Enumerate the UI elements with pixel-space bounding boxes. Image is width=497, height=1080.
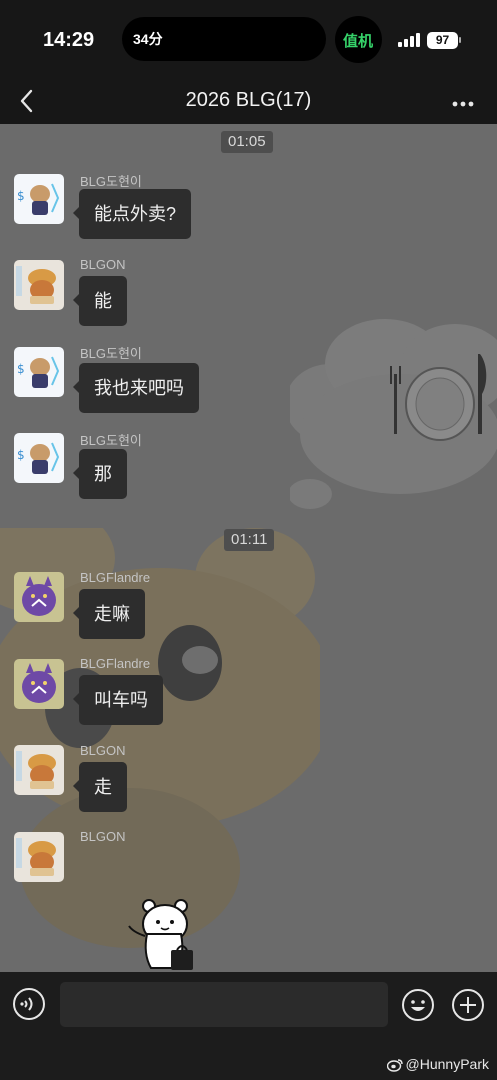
checkin-badge-label: 值机 (343, 33, 374, 50)
dynamic-island[interactable]: 34分 (122, 17, 326, 61)
watermark: @HunnyPark (386, 1055, 489, 1072)
bear-sticker[interactable] (125, 894, 205, 972)
weibo-icon (386, 1059, 403, 1072)
plus-icon[interactable] (450, 987, 486, 1023)
watermark-text: @HunnyPark (405, 1055, 489, 1072)
status-bar: 14:29 34分 值机 97 (0, 0, 497, 80)
message-bubble[interactable]: 叫车吗 (73, 675, 163, 725)
sender-name: BLGFlandre (80, 570, 151, 585)
timestamp: 01:11 (224, 529, 275, 551)
signal-icon (398, 33, 420, 47)
message-bubble[interactable]: 能点外卖? (72, 189, 192, 239)
emoji-icon[interactable] (400, 987, 436, 1023)
message-input[interactable] (60, 982, 388, 1027)
avatar[interactable] (14, 260, 64, 310)
avatar[interactable]: $ (14, 433, 64, 483)
input-bar: @HunnyPark (0, 972, 497, 1080)
timestamp: 01:05 (221, 131, 273, 153)
sender-name: BLGON (80, 743, 126, 758)
avatar[interactable] (14, 572, 64, 622)
sender-name: BLGON (80, 257, 126, 272)
status-time: 14:29 (43, 29, 95, 51)
message-bubble[interactable]: 走嘛 (73, 589, 145, 639)
avatar[interactable] (14, 745, 64, 795)
battery-tip (459, 37, 461, 43)
svg-text:$: $ (17, 189, 25, 203)
svg-text:$: $ (17, 448, 25, 462)
sender-name: BLG도현이 (80, 433, 142, 448)
avatar[interactable]: $ (14, 347, 64, 397)
more-dots-icon[interactable] (446, 88, 480, 116)
message-bubble[interactable]: 走 (73, 762, 127, 812)
checkin-badge[interactable]: 值机 (335, 16, 382, 63)
thought-cloud-plate-image (290, 319, 497, 509)
svg-text:$: $ (17, 362, 25, 376)
island-timer-text: 34分 (133, 31, 163, 47)
avatar[interactable] (14, 659, 64, 709)
sender-name: BLG도현이 (80, 346, 142, 361)
avatar[interactable] (14, 832, 64, 882)
sender-name: BLGON (80, 829, 126, 844)
avatar[interactable]: $ (14, 174, 64, 224)
message-bubble[interactable]: 那 (73, 449, 127, 499)
chat-area[interactable]: 01:05 $ BLG도현이 能点外卖? BLGON 能 $ BLG도현이 我也… (0, 124, 497, 972)
voice-icon[interactable] (12, 987, 46, 1021)
battery-level: 97 (435, 33, 450, 47)
message-bubble[interactable]: 能 (73, 276, 127, 326)
battery-icon: 97 (427, 32, 458, 49)
sender-name: BLG도현이 (80, 174, 142, 189)
chat-title: 2026 BLG(17) (185, 89, 312, 111)
message-bubble[interactable]: 我也来吧吗 (73, 363, 199, 413)
chat-header: 2026 BLG(17) (0, 80, 497, 124)
sender-name: BLGFlandre (80, 656, 151, 671)
